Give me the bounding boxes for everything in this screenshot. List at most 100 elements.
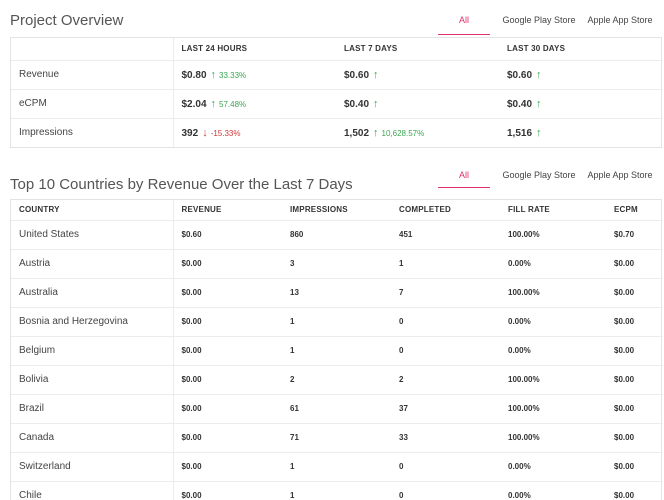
country-cell: 0 bbox=[391, 451, 500, 481]
countries-title: Top 10 Countries by Revenue Over the Las… bbox=[10, 176, 353, 193]
overview-col-30d: LAST 30 DAYS bbox=[507, 44, 566, 54]
country-cell: 61 bbox=[282, 393, 391, 423]
country-cell: 100.00% bbox=[500, 422, 608, 452]
country-cell: 7 bbox=[391, 277, 500, 307]
arrow-up-icon: ↑ bbox=[373, 126, 379, 139]
country-name: Switzerland bbox=[11, 451, 174, 481]
country-cell: 0 bbox=[391, 480, 500, 500]
country-cell: 1 bbox=[282, 306, 391, 336]
country-name: Belgium bbox=[11, 335, 174, 365]
countries-header: Top 10 Countries by Revenue Over the Las… bbox=[0, 168, 664, 198]
overview-row-label: Revenue bbox=[11, 59, 174, 89]
overview-row-label: Impressions bbox=[11, 117, 174, 147]
country-cell: 33 bbox=[391, 422, 500, 452]
country-cell: 13 bbox=[282, 277, 391, 307]
country-cell: $0.00 bbox=[173, 480, 282, 500]
overview-value: 392 bbox=[181, 127, 199, 139]
country-row: Switzerland $0.00 1 0 0.00% $0.00 bbox=[11, 451, 663, 481]
overview-card: LAST 24 HOURS LAST 7 DAYS LAST 30 DAYS R… bbox=[10, 37, 663, 148]
country-cell: 860 bbox=[282, 219, 391, 249]
country-cell: 37 bbox=[391, 393, 500, 423]
country-cell: 0.00% bbox=[500, 451, 608, 481]
countries-col-fill-rate: FILL RATE bbox=[508, 205, 550, 215]
country-cell: 100.00% bbox=[500, 364, 608, 394]
country-name: Bolivia bbox=[11, 364, 174, 394]
overview-col-24h: LAST 24 HOURS bbox=[181, 44, 248, 54]
country-cell: 0.00% bbox=[500, 306, 608, 336]
country-row: Brazil $0.00 61 37 100.00% $0.00 bbox=[11, 393, 663, 423]
country-cell: $0.00 bbox=[173, 422, 282, 452]
overview-cell: $0.60 ↑ bbox=[336, 59, 499, 89]
overview-value: 1,502 bbox=[344, 127, 370, 139]
country-row: United States $0.60 860 451 100.00% $0.70 bbox=[11, 219, 663, 249]
country-cell: $0.00 bbox=[608, 480, 663, 500]
arrow-up-icon: ↑ bbox=[373, 68, 379, 81]
country-cell: $0.00 bbox=[608, 364, 663, 394]
overview-table: LAST 24 HOURS LAST 7 DAYS LAST 30 DAYS R… bbox=[11, 38, 663, 147]
tab-countries-all[interactable]: All bbox=[438, 164, 490, 188]
country-cell: 100.00% bbox=[500, 277, 608, 307]
overview-value: $0.60 bbox=[344, 69, 370, 81]
countries-table: COUNTRY REVENUE IMPRESSIONS COMPLETED FI… bbox=[11, 200, 663, 500]
country-cell: $0.00 bbox=[173, 248, 282, 278]
country-cell: 1 bbox=[391, 248, 500, 278]
country-row: Australia $0.00 13 7 100.00% $0.00 bbox=[11, 277, 663, 307]
country-row: Bosnia and Herzegovina $0.00 1 0 0.00% $0.00 bbox=[11, 306, 663, 336]
tab-countries-apple-app[interactable]: Apple App Store bbox=[582, 164, 658, 188]
country-cell: $0.00 bbox=[608, 393, 663, 423]
country-cell: $0.00 bbox=[173, 306, 282, 336]
overview-row: Revenue $0.80 ↑ 33.33% $0.60 ↑ $0.60 ↑ bbox=[11, 59, 663, 89]
overview-row-label: eCPM bbox=[11, 88, 174, 118]
country-cell: 0.00% bbox=[500, 248, 608, 278]
overview-pct-change: 10,628.57% bbox=[381, 128, 425, 138]
country-cell: $0.60 bbox=[173, 219, 282, 249]
countries-card: COUNTRY REVENUE IMPRESSIONS COMPLETED FI… bbox=[10, 199, 663, 500]
country-row: Bolivia $0.00 2 2 100.00% $0.00 bbox=[11, 364, 663, 394]
country-name: Bosnia and Herzegovina bbox=[11, 306, 174, 336]
country-name: Australia bbox=[11, 277, 174, 307]
overview-cell: 1,516 ↑ bbox=[499, 117, 663, 147]
arrow-up-icon: ↑ bbox=[536, 97, 542, 110]
country-name: Brazil bbox=[11, 393, 174, 423]
overview-value: $0.80 bbox=[181, 69, 207, 81]
country-cell: 1 bbox=[282, 335, 391, 365]
country-cell: $0.00 bbox=[608, 248, 663, 278]
country-name: Canada bbox=[11, 422, 174, 452]
overview-header-blank bbox=[11, 38, 174, 60]
country-cell: 3 bbox=[282, 248, 391, 278]
country-cell: $0.00 bbox=[173, 393, 282, 423]
country-cell: 451 bbox=[391, 219, 500, 249]
overview-pct-change: 33.33% bbox=[219, 70, 247, 80]
overview-header-row: LAST 24 HOURS LAST 7 DAYS LAST 30 DAYS bbox=[11, 38, 663, 60]
overview-value: $0.60 bbox=[507, 69, 533, 81]
overview-col-7d: LAST 7 DAYS bbox=[344, 44, 398, 54]
tab-countries-google-play[interactable]: Google Play Store bbox=[500, 164, 578, 188]
overview-row: Impressions 392 ↓ -15.33% 1,502 ↑ 10,628.57% 1,… bbox=[11, 117, 663, 147]
tab-overview-all[interactable]: All bbox=[438, 5, 490, 35]
country-row: Belgium $0.00 1 0 0.00% $0.00 bbox=[11, 335, 663, 365]
country-cell: $0.00 bbox=[608, 451, 663, 481]
country-cell: $0.00 bbox=[173, 335, 282, 365]
overview-cell: $0.40 ↑ bbox=[499, 88, 663, 118]
arrow-up-icon: ↑ bbox=[210, 68, 217, 81]
arrow-up-icon: ↑ bbox=[210, 97, 217, 110]
overview-pct-change: -15.33% bbox=[210, 128, 241, 138]
tab-overview-apple-app[interactable]: Apple App Store bbox=[582, 5, 658, 35]
country-cell: 1 bbox=[282, 451, 391, 481]
country-cell: $0.00 bbox=[608, 306, 663, 336]
arrow-up-icon: ↑ bbox=[373, 97, 379, 110]
country-cell: $0.00 bbox=[173, 364, 282, 394]
country-cell: 100.00% bbox=[500, 393, 608, 423]
arrow-up-icon: ↑ bbox=[536, 68, 542, 81]
overview-header: Project Overview All Google Play Store A… bbox=[0, 5, 664, 35]
tab-overview-google-play[interactable]: Google Play Store bbox=[500, 5, 578, 35]
overview-row: eCPM $2.04 ↑ 57.48% $0.40 ↑ $0.40 ↑ bbox=[11, 88, 663, 118]
countries-col-country: COUNTRY bbox=[11, 200, 174, 220]
country-cell: 71 bbox=[282, 422, 391, 452]
countries-col-revenue: REVENUE bbox=[181, 205, 222, 215]
country-cell: $0.00 bbox=[173, 451, 282, 481]
country-name: Chile bbox=[11, 480, 174, 500]
country-cell: $0.00 bbox=[608, 335, 663, 365]
country-name: Austria bbox=[11, 248, 174, 278]
overview-value: 1,516 bbox=[507, 127, 533, 139]
